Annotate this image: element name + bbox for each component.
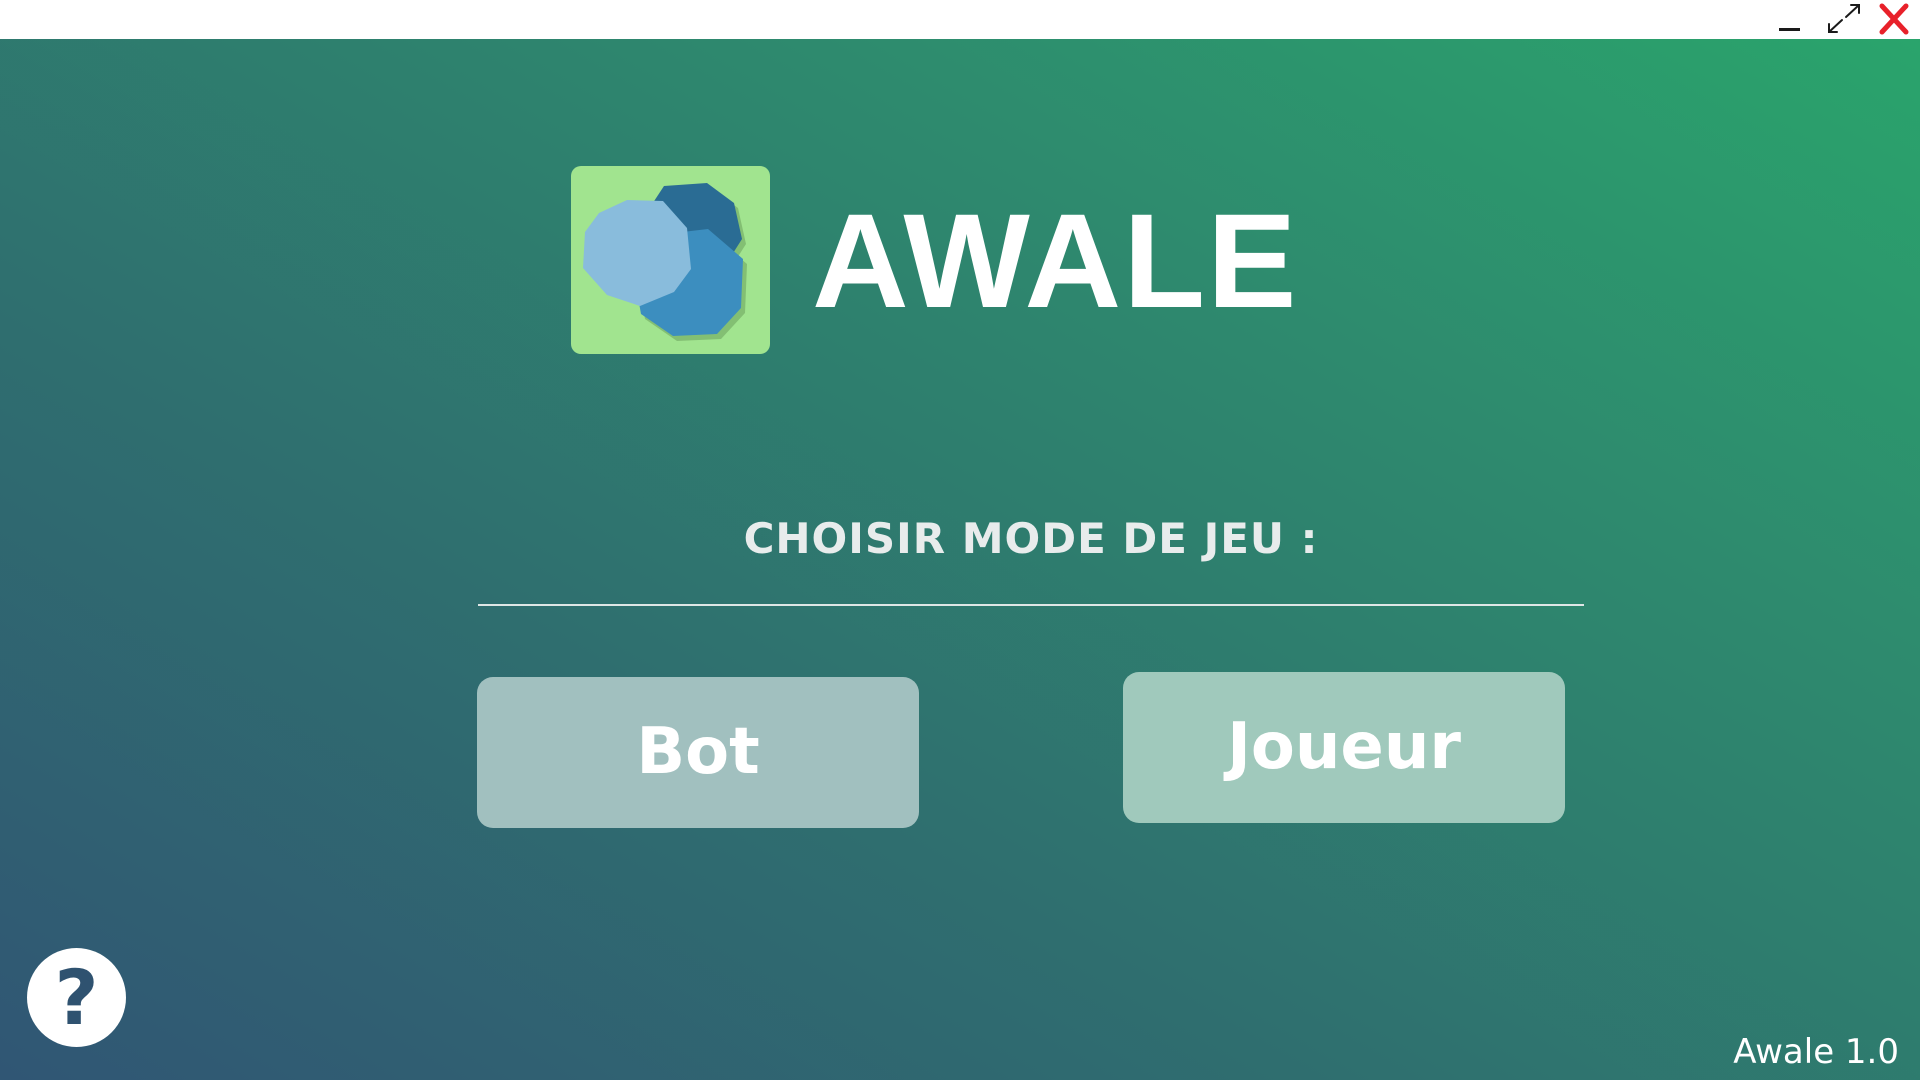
bot-mode-button[interactable]: Bot: [477, 677, 919, 828]
title-bar: [0, 0, 1920, 39]
app-title: AWALE: [812, 187, 1299, 336]
maximize-button[interactable]: [1820, 0, 1870, 39]
maximize-arrows-icon: [1828, 4, 1860, 33]
close-button[interactable]: [1870, 0, 1920, 39]
player-mode-button[interactable]: Joueur: [1123, 672, 1565, 823]
close-x-icon: [1879, 3, 1909, 35]
minimize-icon: [1779, 28, 1800, 31]
mode-heading: CHOISIR MODE DE JEU :: [743, 514, 1319, 563]
minimize-button[interactable]: [1764, 0, 1814, 39]
help-question-icon: ?: [54, 953, 99, 1042]
awale-logo: [571, 166, 770, 354]
divider: [478, 604, 1584, 606]
app-window: AWALE CHOISIR MODE DE JEU : Bot Joueur ?…: [0, 0, 1920, 1080]
help-button[interactable]: ?: [27, 948, 126, 1047]
awale-seeds-logo-icon: [583, 183, 747, 341]
main-menu: AWALE CHOISIR MODE DE JEU : Bot Joueur ?…: [0, 39, 1920, 1080]
version-label: Awale 1.0: [1733, 1032, 1899, 1072]
